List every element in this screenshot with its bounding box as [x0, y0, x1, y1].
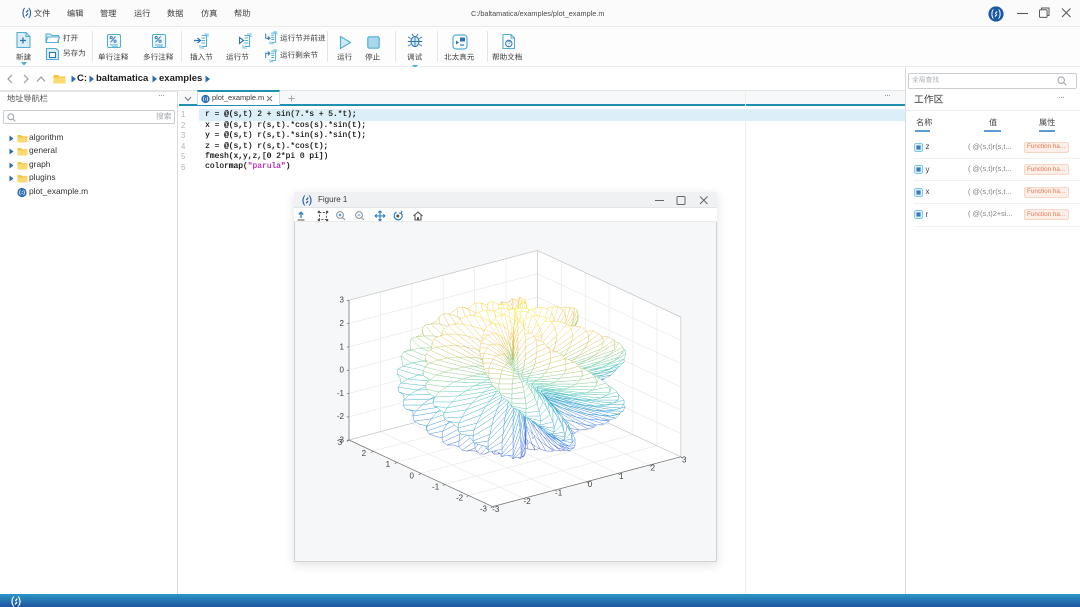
svg-text:0: 0 [340, 366, 345, 375]
svg-text:1: 1 [340, 342, 345, 351]
svg-text:-2: -2 [524, 497, 532, 506]
svg-text:1: 1 [386, 460, 391, 469]
svg-text:-2: -2 [337, 412, 345, 421]
svg-text:-3: -3 [337, 436, 345, 445]
svg-text:?: ? [507, 42, 511, 48]
svg-text:-2: -2 [456, 494, 464, 503]
svg-text:2: 2 [340, 319, 345, 328]
svg-text:0: 0 [588, 480, 593, 489]
svg-text:-1: -1 [432, 482, 440, 491]
svg-text:-1: -1 [337, 389, 345, 398]
svg-text:-3: -3 [480, 505, 488, 514]
svg-text:2: 2 [651, 464, 656, 473]
svg-text:2: 2 [362, 449, 367, 458]
svg-text:3: 3 [682, 455, 687, 464]
svg-text:0: 0 [409, 471, 414, 480]
svg-text:-3: -3 [492, 505, 500, 514]
svg-text:1: 1 [619, 472, 624, 481]
svg-text:3: 3 [340, 296, 345, 305]
svg-text:-1: -1 [555, 489, 563, 498]
